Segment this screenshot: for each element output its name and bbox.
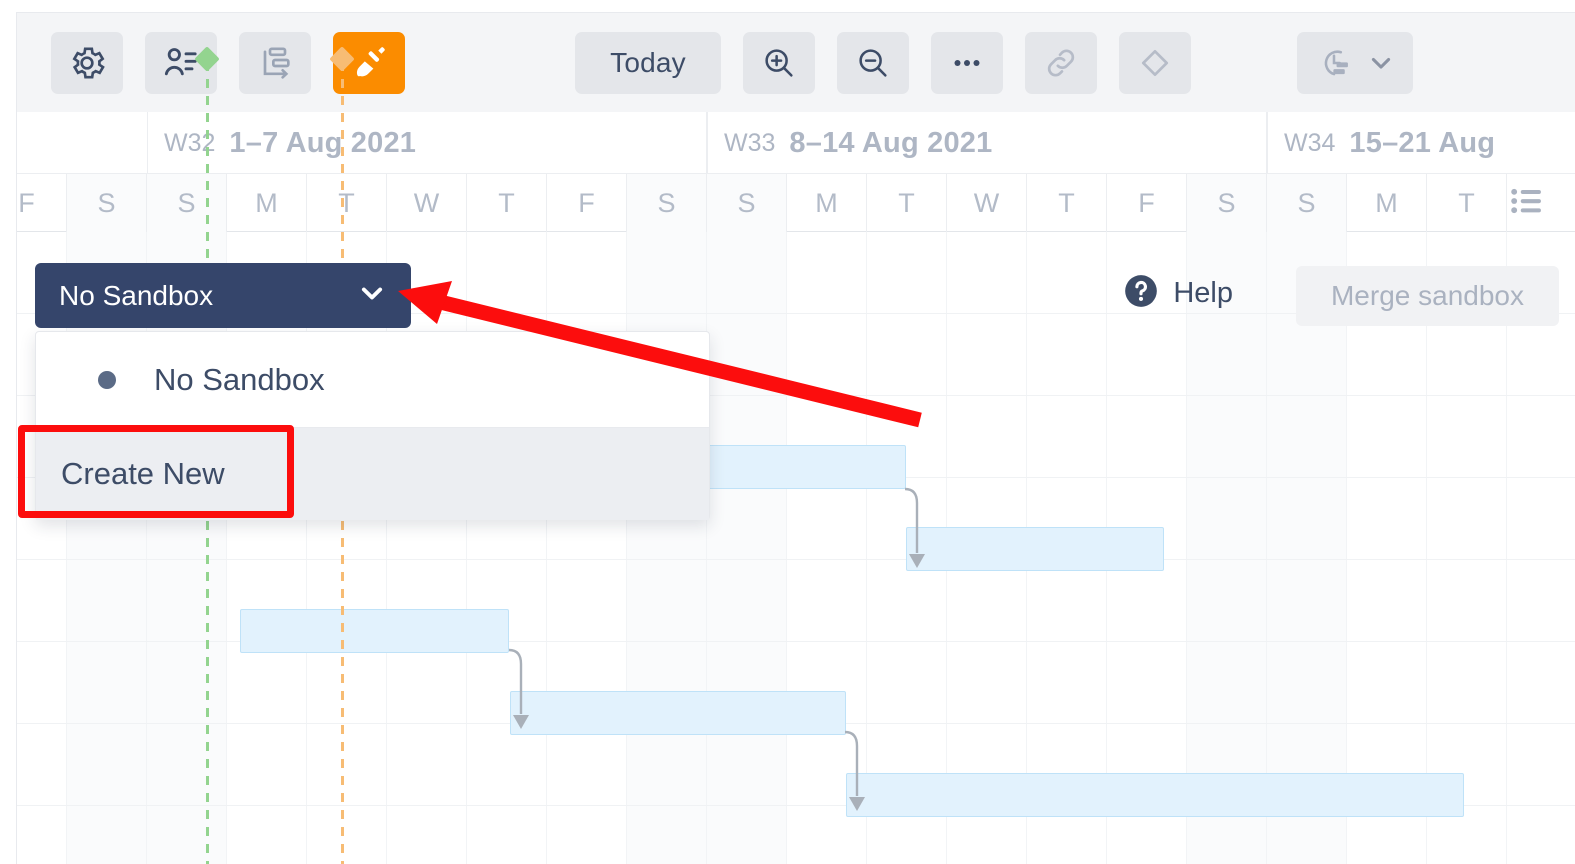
- sandbox-toolbar: No Sandbox No Sandbox Create New Help Me…: [0, 0, 1575, 864]
- question-circle-icon: [1122, 272, 1160, 315]
- selected-dot-icon: [98, 370, 116, 389]
- sandbox-select[interactable]: No Sandbox: [35, 263, 411, 328]
- sandbox-menu-item-no-sandbox[interactable]: No Sandbox: [36, 333, 709, 426]
- sandbox-dropdown-menu[interactable]: No Sandbox Create New: [35, 331, 710, 520]
- help-label: Help: [1173, 277, 1233, 309]
- help-link[interactable]: Help: [1122, 272, 1233, 315]
- sandbox-menu-item-label: Create New: [61, 456, 225, 491]
- sandbox-menu-item-label: No Sandbox: [154, 361, 325, 397]
- chevron-down-icon: [357, 278, 387, 313]
- sandbox-select-value: No Sandbox: [59, 279, 214, 311]
- merge-sandbox-button[interactable]: Merge sandbox: [1296, 266, 1559, 326]
- gantt-app-window: Today W32 1–7 Aug 2021 W33 8–14 Aug 2021…: [0, 0, 1575, 864]
- sandbox-menu-item-create-new[interactable]: Create New: [36, 428, 709, 520]
